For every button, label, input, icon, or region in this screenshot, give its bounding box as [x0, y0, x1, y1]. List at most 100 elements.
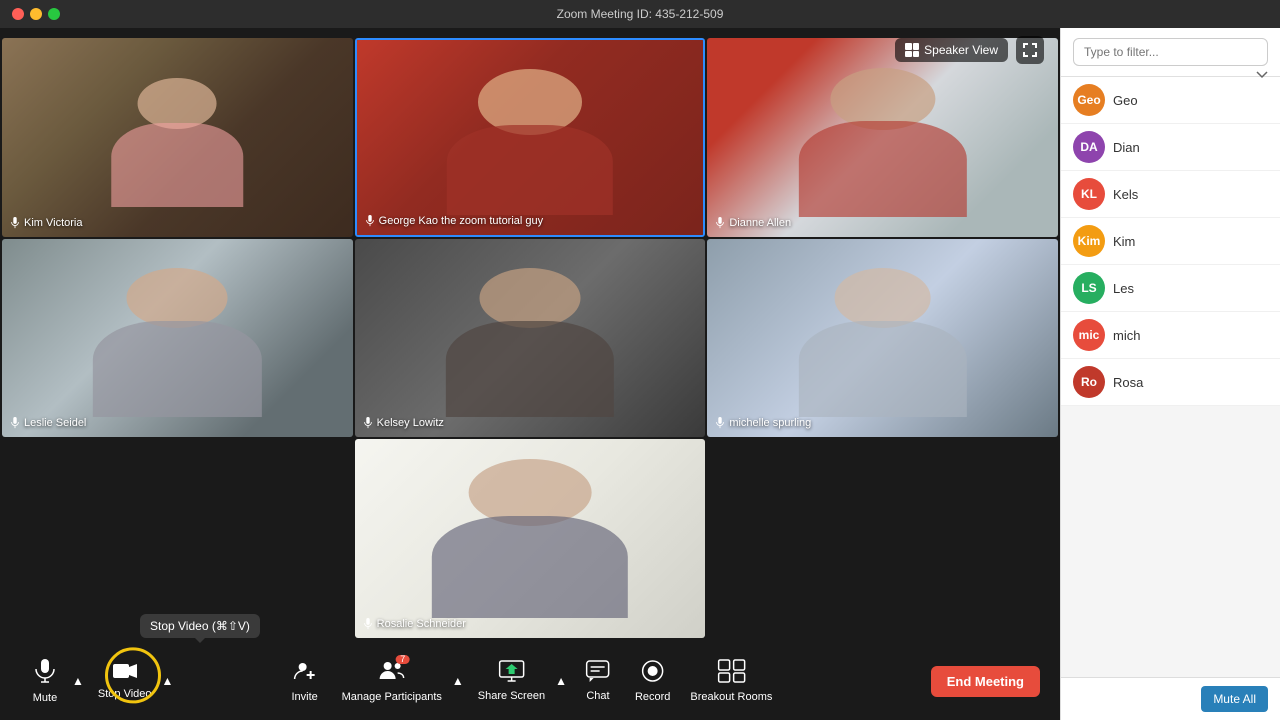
breakout-rooms-button[interactable]: Breakout Rooms: [682, 653, 780, 709]
avatar: DA: [1073, 131, 1105, 163]
participant-name: Dian: [1113, 140, 1268, 155]
speaker-view-button[interactable]: Speaker View: [895, 38, 1008, 62]
record-label: Record: [635, 691, 670, 703]
window-controls: [12, 8, 60, 20]
name-tag-leslie: Leslie Seidel: [10, 417, 86, 429]
participant-name-rosalie: Rosalie Schneider: [377, 618, 466, 630]
participant-name: Kels: [1113, 187, 1268, 202]
breakout-rooms-label: Breakout Rooms: [690, 691, 772, 703]
mic-icon-leslie: [10, 417, 20, 429]
participant-name-michelle: michelle spurling: [729, 417, 811, 429]
participant-name-kelsey: Kelsey Lowitz: [377, 417, 444, 429]
grid-icon: [905, 43, 919, 57]
record-button[interactable]: Record: [627, 653, 678, 709]
end-meeting-button[interactable]: End Meeting: [931, 666, 1040, 697]
top-toolbar: Speaker View: [895, 36, 1044, 64]
participant-item[interactable]: KL Kels: [1061, 171, 1280, 218]
participant-item[interactable]: Kim Kim: [1061, 218, 1280, 265]
stop-video-tooltip: Stop Video (⌘⇧V): [140, 614, 260, 638]
stop-video-control: Stop Video ▲: [90, 656, 176, 706]
stop-video-button[interactable]: Stop Video: [90, 656, 160, 706]
mute-all-button[interactable]: Mute All: [1201, 686, 1268, 712]
bottom-toolbar: Mute ▲ Stop Video: [0, 642, 1060, 720]
participant-name: mich: [1113, 328, 1268, 343]
mute-control: Mute ▲: [20, 652, 86, 710]
participant-item[interactable]: mic mich: [1061, 312, 1280, 359]
sidebar: Geo Geo DA Dian KL Kels Kim Kim LS Les m…: [1060, 28, 1280, 720]
chat-icon: [586, 660, 610, 686]
name-tag-kim: Kim Victoria: [10, 217, 82, 229]
window-title: Zoom Meeting ID: 435-212-509: [557, 7, 724, 21]
video-cell-rosalie: Rosalie Schneider: [355, 439, 706, 638]
participant-search-input[interactable]: [1073, 38, 1268, 66]
avatar: mic: [1073, 319, 1105, 351]
chevron-down-icon: [1256, 66, 1268, 84]
mute-button[interactable]: Mute: [20, 652, 70, 710]
close-button[interactable]: [12, 8, 24, 20]
video-cell-kim: Kim Victoria: [2, 38, 353, 237]
minimize-button[interactable]: [30, 8, 42, 20]
participant-name: Geo: [1113, 93, 1268, 108]
video-cell-leslie: Leslie Seidel: [2, 239, 353, 438]
manage-participants-control: 7 Manage Participants ▲: [334, 653, 466, 709]
manage-participants-button[interactable]: 7 Manage Participants: [334, 653, 450, 709]
participants-arrow-button[interactable]: ▲: [450, 668, 466, 694]
sidebar-header: [1061, 28, 1280, 77]
invite-label: Invite: [291, 691, 317, 703]
share-screen-button[interactable]: Share Screen: [470, 654, 553, 708]
video-cell-empty-2: [707, 439, 1058, 638]
camera-icon: [112, 662, 138, 684]
participant-count-badge: 7: [396, 655, 410, 664]
stop-video-label: Stop Video: [98, 688, 152, 700]
toolbar-center: Invite 7 Ma: [280, 653, 781, 709]
mic-icon-rosalie: [363, 618, 373, 630]
video-cell-george: George Kao the zoom tutorial guy: [355, 38, 706, 237]
avatar: Ro: [1073, 366, 1105, 398]
participant-name-kim: Kim Victoria: [24, 217, 82, 229]
main-container: Speaker View Kim Victoria: [0, 28, 1280, 720]
stop-video-arrow-button[interactable]: ▲: [160, 668, 176, 694]
chat-button[interactable]: Chat: [573, 654, 623, 708]
speaker-view-label: Speaker View: [924, 43, 998, 57]
name-tag-rosalie: Rosalie Schneider: [363, 618, 466, 630]
avatar: LS: [1073, 272, 1105, 304]
mute-arrow-button[interactable]: ▲: [70, 668, 86, 694]
share-screen-label: Share Screen: [478, 690, 545, 702]
chat-label: Chat: [586, 690, 609, 702]
mic-icon-george: [365, 215, 375, 227]
record-icon: [641, 659, 665, 687]
participant-name-george: George Kao the zoom tutorial guy: [379, 215, 543, 227]
sidebar-footer: Mute All: [1061, 677, 1280, 720]
video-cell-michelle: michelle spurling: [707, 239, 1058, 438]
mic-icon-kelsey: [363, 417, 373, 429]
invite-button[interactable]: Invite: [280, 653, 330, 709]
fullscreen-button[interactable]: [1016, 36, 1044, 64]
participant-name: Les: [1113, 281, 1268, 296]
avatar: Kim: [1073, 225, 1105, 257]
participant-item[interactable]: Geo Geo: [1061, 77, 1280, 124]
breakout-rooms-icon: [717, 659, 745, 687]
mute-label: Mute: [33, 692, 57, 704]
mic-icon-dianne: [715, 217, 725, 229]
share-screen-arrow-button[interactable]: ▲: [553, 668, 569, 694]
video-cell-dianne: Dianne Allen: [707, 38, 1058, 237]
mic-icon-michelle: [715, 417, 725, 429]
participants-list: Geo Geo DA Dian KL Kels Kim Kim LS Les m…: [1061, 77, 1280, 677]
participant-name-dianne: Dianne Allen: [729, 217, 791, 229]
participant-name: Kim: [1113, 234, 1268, 249]
avatar: Geo: [1073, 84, 1105, 116]
name-tag-michelle: michelle spurling: [715, 417, 811, 429]
maximize-button[interactable]: [48, 8, 60, 20]
name-tag-dianne: Dianne Allen: [715, 217, 791, 229]
participant-item[interactable]: Ro Rosa: [1061, 359, 1280, 406]
video-area: Speaker View Kim Victoria: [0, 28, 1060, 720]
video-cell-empty-1: [2, 439, 353, 638]
share-screen-control: Share Screen ▲: [470, 654, 569, 708]
mic-icon: [34, 658, 56, 688]
participant-item[interactable]: DA Dian: [1061, 124, 1280, 171]
participant-item[interactable]: LS Les: [1061, 265, 1280, 312]
name-tag-kelsey: Kelsey Lowitz: [363, 417, 444, 429]
title-bar: Zoom Meeting ID: 435-212-509: [0, 0, 1280, 28]
video-cell-kelsey: Kelsey Lowitz: [355, 239, 706, 438]
participant-name: Rosa: [1113, 375, 1268, 390]
